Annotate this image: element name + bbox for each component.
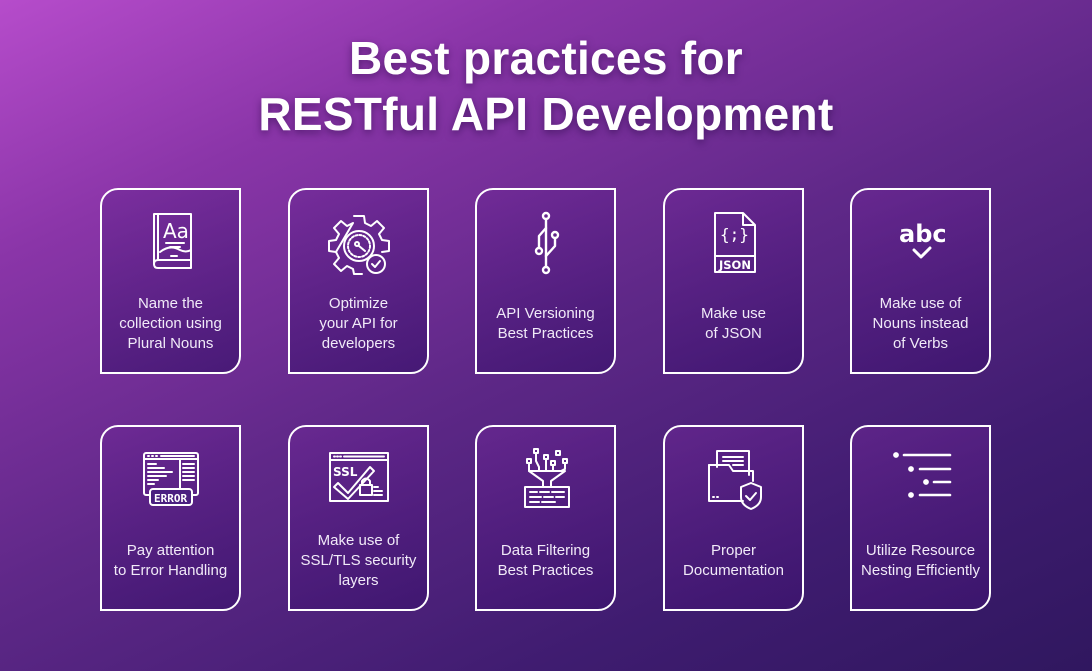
- card-label: Name the collection using Plural Nouns: [119, 295, 222, 352]
- card-data-filtering: Data Filtering Best Practices: [475, 425, 616, 611]
- error-window-icon: ERROR: [136, 445, 206, 515]
- card-label: Utilize Resource Nesting Efficiently: [861, 542, 980, 579]
- card-label: Pay attention to Error Handling: [113, 542, 228, 579]
- card-label: Data Filtering Best Practices: [497, 542, 594, 579]
- card-label: Make use of SSL/TLS security layers: [300, 532, 417, 589]
- abc-check-icon: abc: [886, 208, 956, 278]
- svg-text:Aa: Aa: [163, 219, 189, 243]
- card-error-handling: ERROR Pay attention to Error Handling: [100, 425, 241, 611]
- data-filter-icon: [511, 445, 581, 515]
- svg-text:ERROR: ERROR: [154, 492, 187, 505]
- card-json: {;} JSON Make use of JSON: [663, 188, 804, 374]
- title-line-1: Best practices for: [349, 32, 743, 84]
- card-plural-nouns: Aa Name the collection using Plural Noun…: [100, 188, 241, 374]
- json-file-icon: {;} JSON: [699, 208, 769, 278]
- card-label: Optimize your API for developers: [319, 295, 398, 352]
- card-label: Make use of JSON: [700, 305, 767, 342]
- card-label: API Versioning Best Practices: [496, 305, 595, 342]
- svg-text:JSON: JSON: [718, 258, 751, 272]
- gear-gauge-check-icon: [324, 208, 394, 278]
- card-resource-nesting: Utilize Resource Nesting Efficiently: [850, 425, 991, 611]
- ssl-window-icon: SSL: [324, 445, 394, 515]
- nested-list-icon: [886, 445, 956, 515]
- title-line-2: RESTful API Development: [258, 88, 834, 140]
- page-title: Best practices for RESTful API Developme…: [0, 30, 1092, 142]
- svg-text:SSL: SSL: [333, 465, 358, 479]
- book-icon: Aa: [136, 208, 206, 278]
- card-label: Proper Documentation: [683, 542, 784, 579]
- card-label: Make use of Nouns instead of Verbs: [872, 295, 969, 352]
- svg-text:abc: abc: [899, 220, 947, 248]
- card-ssl-tls: SSL Make use of SSL/TLS security layers: [288, 425, 429, 611]
- card-api-versioning: API Versioning Best Practices: [475, 188, 616, 374]
- card-nouns-verbs: abc Make use of Nouns instead of Verbs: [850, 188, 991, 374]
- version-branch-icon: [511, 208, 581, 278]
- folder-shield-icon: [699, 445, 769, 515]
- card-documentation: Proper Documentation: [663, 425, 804, 611]
- card-optimize-api: Optimize your API for developers: [288, 188, 429, 374]
- svg-text:{;}: {;}: [720, 225, 749, 244]
